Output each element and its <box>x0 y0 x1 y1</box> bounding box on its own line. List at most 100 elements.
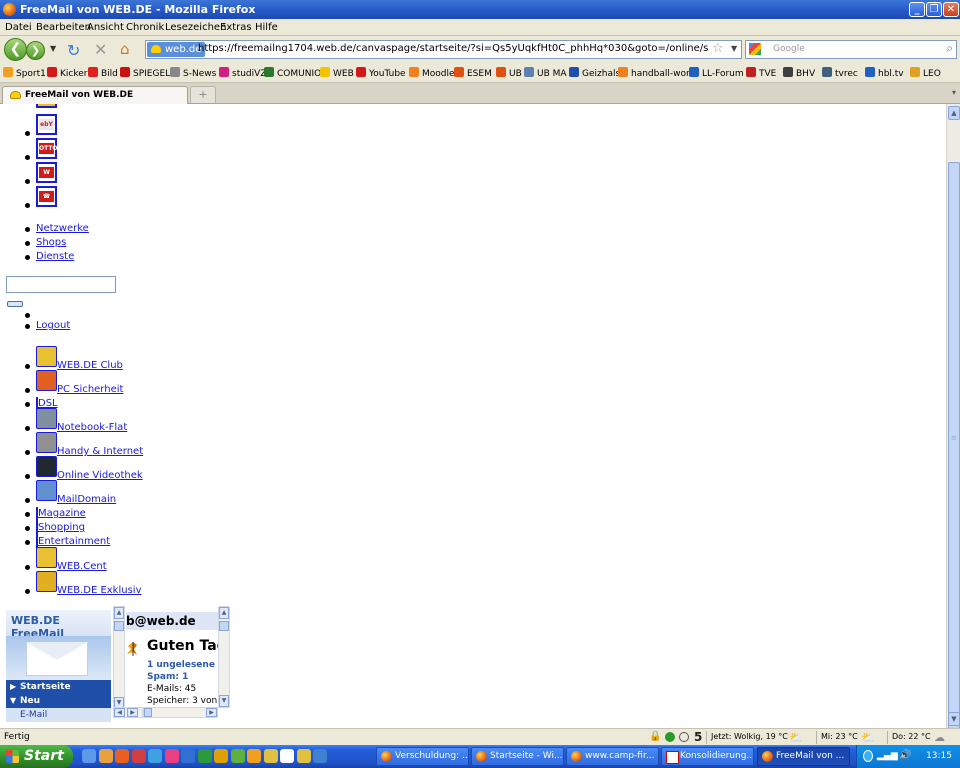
bookmark-item[interactable]: LL-Forum <box>689 67 744 79</box>
bookmark-item[interactable]: handball-world <box>618 67 698 79</box>
inbox-h-scrollbar[interactable]: ▶ <box>143 707 218 718</box>
menu-lesezeichen[interactable]: Lesezeichen <box>165 22 226 33</box>
page-scrollbar[interactable]: ▲ ≡ ▼ <box>946 104 960 754</box>
freemail-h-scrollbar[interactable]: ◀ ▶ <box>113 707 143 718</box>
service-icon[interactable] <box>36 408 57 429</box>
history-dropdown-icon[interactable]: ▼ <box>50 44 56 53</box>
nav-email[interactable]: E-Mail <box>6 708 111 722</box>
bookmark-item[interactable]: YouTube <box>356 67 406 79</box>
tray-network-icon[interactable]: ▂▄▆ <box>877 751 898 761</box>
menu-chronik[interactable]: Chronik <box>126 22 164 33</box>
search-bar[interactable]: Google ⌕ <box>745 40 957 59</box>
menu-extras[interactable]: Extras <box>220 22 252 33</box>
service-link[interactable]: Magazine <box>38 508 86 519</box>
url-dropdown-icon[interactable]: ▼ <box>731 44 737 53</box>
bookmark-item[interactable]: Bild <box>88 67 118 79</box>
search-input[interactable] <box>6 276 116 293</box>
tab-freemail[interactable]: FreeMail von WEB.DE <box>2 86 188 104</box>
tray-arrow-icon[interactable] <box>863 750 873 762</box>
scroll-thumb[interactable] <box>114 621 124 631</box>
service-icon[interactable] <box>36 480 57 501</box>
bookmark-item[interactable]: Sport1 <box>3 67 46 79</box>
taskbar-button[interactable]: Startseite - Wi... <box>471 747 564 766</box>
bookmark-item[interactable]: BHV <box>783 67 815 79</box>
bookmark-item[interactable]: ESEM <box>454 67 492 79</box>
taskbar-button[interactable]: Konsolidierung... <box>661 747 754 766</box>
service-link[interactable]: WEB.DE Exklusiv <box>57 585 142 596</box>
quicklaunch-icon[interactable] <box>131 749 146 763</box>
close-button[interactable]: ✕ <box>943 2 959 17</box>
service-icon[interactable] <box>36 432 57 453</box>
scroll-up-icon[interactable]: ▲ <box>948 106 960 120</box>
scroll-up-icon[interactable]: ▲ <box>219 607 229 619</box>
quicklaunch-icon[interactable] <box>197 749 212 763</box>
bookmark-item[interactable]: WEB <box>320 67 354 79</box>
lock-icon[interactable]: 🔒 <box>649 731 661 742</box>
quicklaunch-icon[interactable] <box>247 749 261 763</box>
search-icon[interactable]: ⌕ <box>946 41 953 56</box>
quicklaunch-icon[interactable] <box>296 749 311 763</box>
quicklaunch-icon[interactable] <box>98 749 113 763</box>
quicklaunch-icon[interactable] <box>263 749 278 763</box>
home-icon[interactable]: ⌂ <box>120 40 130 58</box>
scroll-thumb[interactable] <box>144 708 152 717</box>
taskbar-button[interactable]: Verschuldung: ... <box>376 747 469 766</box>
bookmark-item[interactable]: Geizhals <box>569 67 620 79</box>
freemail-scrollbar[interactable]: ▲ ▼ <box>113 606 125 710</box>
url-bar[interactable]: web.de https://freemailng1704.web.de/can… <box>145 40 742 59</box>
service-icon[interactable] <box>36 346 57 367</box>
tab-list-icon[interactable]: ▾ <box>952 88 956 97</box>
quicklaunch-icon[interactable] <box>280 749 294 763</box>
start-button[interactable]: Start <box>0 745 73 768</box>
bookmark-item[interactable]: LEO <box>910 67 941 79</box>
scroll-right-icon[interactable]: ▶ <box>206 708 217 717</box>
link-netzwerke[interactable]: Netzwerke <box>36 223 89 234</box>
menu-ansicht[interactable]: Ansicht <box>87 22 124 33</box>
url-text[interactable]: https://freemailng1704.web.de/canvaspage… <box>198 43 708 54</box>
menu-datei[interactable]: Datei <box>5 22 32 33</box>
otto-icon[interactable]: OTTO <box>36 138 58 159</box>
scroll-down-icon[interactable]: ▼ <box>948 712 960 726</box>
quicklaunch-icon[interactable] <box>214 749 228 763</box>
weather-thu[interactable]: Do: 22 °C <box>892 732 931 741</box>
scroll-right-icon[interactable]: ▶ <box>127 708 138 717</box>
service-icon[interactable] <box>36 370 57 391</box>
bookmark-item[interactable]: tvrec <box>822 67 858 79</box>
service-link[interactable]: PC Sicherheit <box>57 384 123 395</box>
quicklaunch-icon[interactable] <box>115 749 129 763</box>
bookmark-item[interactable]: UB MA <box>524 67 567 79</box>
link-dienste[interactable]: Dienste <box>36 251 74 262</box>
scroll-left-icon[interactable]: ◀ <box>114 708 125 717</box>
taskbar-button[interactable]: FreeMail von ... <box>757 747 850 766</box>
unread-link[interactable]: 1 ungelesene E <box>147 660 218 670</box>
nav-neu[interactable]: ▼ Neu <box>6 694 111 708</box>
scroll-down-icon[interactable]: ▼ <box>219 695 229 707</box>
bookmark-item[interactable]: studiVZ <box>219 67 266 79</box>
phone-icon[interactable]: ☎ <box>36 186 57 207</box>
scroll-up-icon[interactable]: ▲ <box>114 607 124 619</box>
logout-link[interactable]: Logout <box>36 320 70 331</box>
service-link[interactable]: Entertainment <box>38 536 110 547</box>
nav-startseite[interactable]: ▶ Startseite <box>6 680 111 694</box>
maximize-button[interactable]: ❐ <box>926 2 942 17</box>
menu-hilfe[interactable]: Hilfe <box>255 22 278 33</box>
bookmark-item[interactable]: hbl.tv <box>865 67 904 79</box>
link-shops[interactable]: Shops <box>36 237 66 248</box>
scroll-thumb[interactable] <box>948 162 960 754</box>
weather-now[interactable]: Jetzt: Wolkig, 19 °C <box>711 732 788 741</box>
service-link[interactable]: Notebook-Flat <box>57 422 127 433</box>
service-link[interactable]: MailDomain <box>57 494 116 505</box>
stop-icon[interactable]: ✕ <box>94 40 107 59</box>
site-identity-badge[interactable]: web.de <box>147 42 206 57</box>
service-link[interactable]: WEB.Cent <box>57 561 107 572</box>
bookmark-item[interactable]: COMUNIO <box>264 67 321 79</box>
minimize-button[interactable]: _ <box>909 2 925 17</box>
reload-icon[interactable]: ↻ <box>67 41 80 60</box>
tray-volume-icon[interactable]: 🔊 <box>899 750 911 761</box>
forward-button[interactable]: ❯ <box>26 41 45 60</box>
google-icon[interactable] <box>749 43 761 55</box>
service-icon[interactable] <box>36 571 57 592</box>
w-icon[interactable]: W <box>36 162 57 183</box>
new-tab-button[interactable]: + <box>190 86 216 103</box>
clock[interactable]: 13:15 <box>926 751 952 761</box>
